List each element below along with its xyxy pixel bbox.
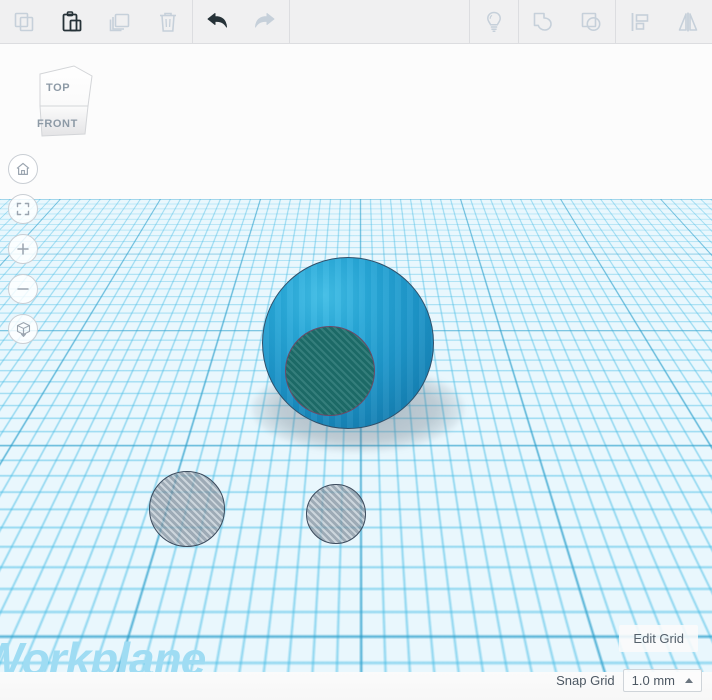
align-icon — [628, 10, 652, 34]
view-cube-front-label[interactable]: FRONT — [37, 118, 78, 130]
trash-icon — [156, 10, 180, 34]
lightbulb-icon — [482, 10, 506, 34]
paste-icon — [60, 10, 84, 34]
toolbar-group-group — [519, 0, 615, 43]
hint-button[interactable] — [470, 0, 518, 44]
group-icon — [531, 10, 555, 34]
main-toolbar — [0, 0, 712, 44]
toolbar-edit-group — [0, 0, 192, 43]
toolbar-history-group — [193, 0, 289, 43]
mirror-button[interactable] — [664, 0, 712, 44]
edit-grid-button[interactable]: Edit Grid — [619, 625, 698, 652]
ungroup-icon — [579, 10, 603, 34]
snap-grid-control: Snap Grid 1.0 mm — [556, 669, 702, 692]
redo-button[interactable] — [241, 0, 289, 44]
redo-icon — [252, 10, 278, 34]
undo-icon — [204, 10, 230, 34]
view-cube[interactable]: TOP FRONT — [30, 60, 98, 142]
snap-grid-label: Snap Grid — [556, 673, 615, 688]
toolbar-align-group — [616, 0, 712, 43]
paste-button[interactable] — [48, 0, 96, 44]
delete-button[interactable] — [144, 0, 192, 44]
3d-viewport[interactable]: Workplane TOP FRONT Edit Grid Snap Grid … — [0, 44, 712, 700]
sphere-hole-cutout[interactable] — [285, 326, 375, 416]
home-icon — [15, 161, 31, 177]
cylinder-hole-2[interactable] — [306, 484, 366, 544]
plus-icon — [15, 241, 31, 257]
ungroup-button[interactable] — [567, 0, 615, 44]
perspective-toggle-button[interactable] — [8, 314, 38, 344]
copy-button[interactable] — [0, 0, 48, 44]
zoom-in-button[interactable] — [8, 234, 38, 264]
cube-perspective-icon — [15, 321, 32, 338]
view-cube-top-label[interactable]: TOP — [46, 82, 70, 94]
duplicate-button[interactable] — [96, 0, 144, 44]
cylinder-hole-1[interactable] — [149, 471, 225, 547]
home-view-button[interactable] — [8, 154, 38, 184]
snap-grid-dropdown[interactable]: 1.0 mm — [622, 669, 702, 692]
mirror-icon — [676, 10, 700, 34]
toolbar-hint-group — [470, 0, 518, 43]
fit-view-icon — [15, 201, 31, 217]
cad-editor-window: Workplane TOP FRONT Edit Grid Snap Grid … — [0, 0, 712, 700]
undo-button[interactable] — [193, 0, 241, 44]
viewport-nav-buttons — [8, 154, 38, 344]
duplicate-icon — [108, 10, 132, 34]
align-button[interactable] — [616, 0, 664, 44]
minus-icon — [15, 281, 31, 297]
sphere-object[interactable] — [262, 257, 434, 429]
group-button[interactable] — [519, 0, 567, 44]
zoom-out-button[interactable] — [8, 274, 38, 304]
copy-icon — [12, 10, 36, 34]
caret-up-icon — [685, 678, 693, 683]
fit-to-view-button[interactable] — [8, 194, 38, 224]
snap-grid-value: 1.0 mm — [631, 673, 675, 688]
